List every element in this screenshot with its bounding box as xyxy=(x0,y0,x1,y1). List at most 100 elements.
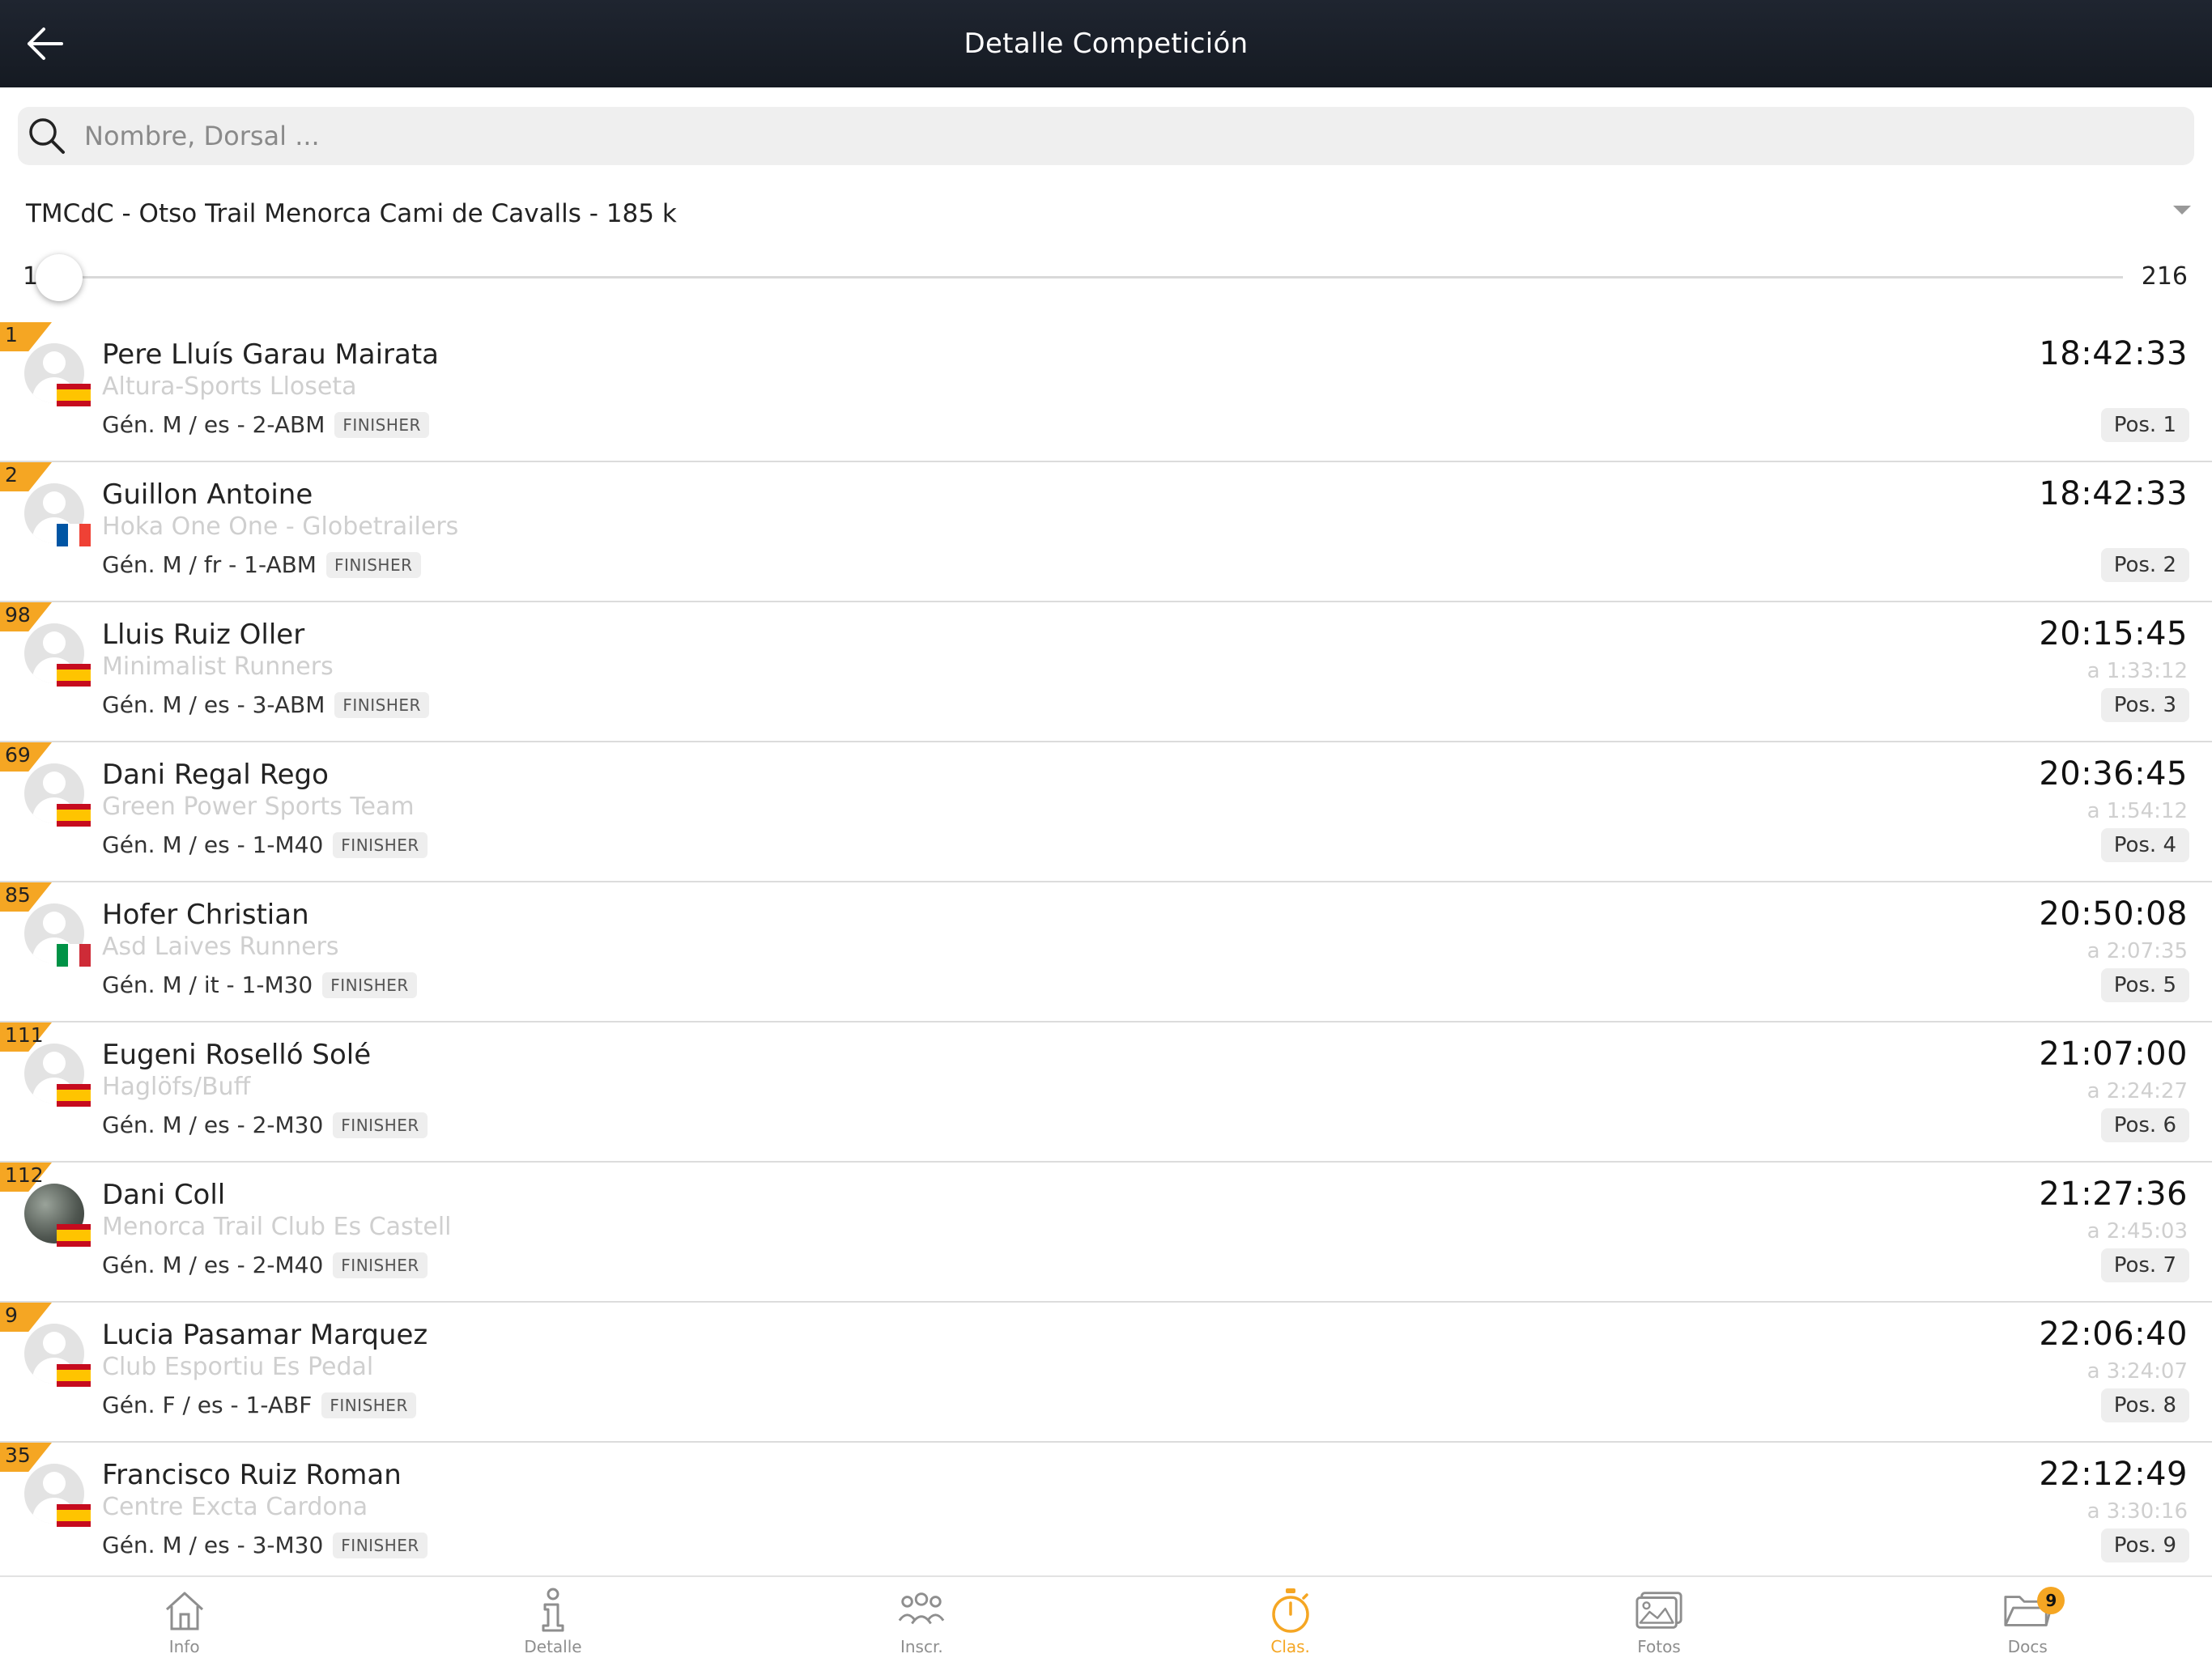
finish-time: 22:06:40 xyxy=(2039,1316,2188,1353)
status-badge: FINISHER xyxy=(334,691,429,718)
result-row[interactable]: 98 Lluis Ruiz Oller Minimalist Runners G… xyxy=(0,602,2212,742)
finish-time: 20:15:45 xyxy=(2039,615,2188,653)
result-row[interactable]: 111 Eugeni Roselló Solé Haglöfs/Buff Gén… xyxy=(0,1022,2212,1163)
position-badge: Pos. 5 xyxy=(2100,968,2189,1002)
position-badge: Pos. 8 xyxy=(2100,1388,2189,1422)
flag-icon xyxy=(57,524,91,546)
status-badge: FINISHER xyxy=(333,1112,428,1138)
result-row[interactable]: 35 Francisco Ruiz Roman Centre Excta Car… xyxy=(0,1443,2212,1583)
runner-club: Altura-Sports Lloseta xyxy=(102,372,357,401)
flag-icon xyxy=(57,944,91,967)
time-gap: a 3:24:07 xyxy=(2087,1359,2188,1384)
time-gap: a 2:07:35 xyxy=(2087,939,2188,963)
runner-name: Lluis Ruiz Oller xyxy=(102,619,305,651)
finish-time: 21:07:00 xyxy=(2039,1035,2188,1073)
bib-number: 98 xyxy=(5,603,31,627)
time-gap: a 3:30:16 xyxy=(2087,1499,2188,1524)
tab-label: Fotos xyxy=(1637,1637,1681,1656)
runner-category: Gén. M / es - 2-M40 xyxy=(102,1252,324,1278)
runner-name: Francisco Ruiz Roman xyxy=(102,1459,402,1491)
runner-category: Gén. M / es - 1-M40 xyxy=(102,831,324,858)
time-gap: a 2:45:03 xyxy=(2087,1219,2188,1244)
tab-docs[interactable]: Docs 9 xyxy=(1844,1577,2212,1658)
home-icon xyxy=(160,1587,210,1634)
people-icon xyxy=(896,1587,946,1634)
range-knob[interactable] xyxy=(36,254,83,301)
runner-category: Gén. F / es - 1-ABF xyxy=(102,1392,313,1418)
runner-category: Gén. M / es - 2-ABM xyxy=(102,411,325,438)
result-row[interactable]: 112 Dani Coll Menorca Trail Club Es Cast… xyxy=(0,1163,2212,1303)
runner-club: Asd Laives Runners xyxy=(102,933,339,961)
runner-info: Gén. M / es - 2-ABM FINISHER xyxy=(102,411,429,438)
result-row[interactable]: 9 Lucia Pasamar Marquez Club Esportiu Es… xyxy=(0,1303,2212,1443)
runner-name: Pere Lluís Garau Mairata xyxy=(102,338,440,371)
status-badge: FINISHER xyxy=(325,551,421,578)
search-bar[interactable] xyxy=(18,107,2194,165)
finish-time: 22:12:49 xyxy=(2039,1456,2188,1493)
runner-info: Gén. M / es - 1-M40 FINISHER xyxy=(102,831,428,858)
position-range-slider[interactable]: 1 216 xyxy=(0,248,2212,306)
status-badge: FINISHER xyxy=(322,971,417,998)
search-icon xyxy=(29,118,65,154)
runner-info: Gén. M / es - 2-M40 FINISHER xyxy=(102,1252,428,1278)
notification-badge: 9 xyxy=(2037,1587,2065,1614)
position-badge: Pos. 4 xyxy=(2100,828,2189,862)
range-max-label: 216 xyxy=(2141,262,2188,291)
finish-time: 18:42:33 xyxy=(2039,335,2188,372)
flag-icon xyxy=(57,1504,91,1527)
runner-club: Menorca Trail Club Es Castell xyxy=(102,1213,452,1241)
tab-label: Detalle xyxy=(524,1637,582,1656)
info-icon xyxy=(528,1587,578,1634)
range-track[interactable] xyxy=(58,276,2123,278)
status-badge: FINISHER xyxy=(333,831,428,858)
result-row[interactable]: 69 Dani Regal Rego Green Power Sports Te… xyxy=(0,742,2212,882)
top-bar: Detalle Competición xyxy=(0,0,2212,87)
tab-fotos[interactable]: Fotos xyxy=(1474,1577,1843,1658)
tab-inscr[interactable]: Inscr. xyxy=(738,1577,1106,1658)
bib-number: 1 xyxy=(5,323,18,346)
tab-label: Clas. xyxy=(1270,1637,1310,1656)
bib-number: 112 xyxy=(5,1163,44,1187)
runner-club: Hoka One One - Globetrailers xyxy=(102,512,459,541)
result-row[interactable]: 85 Hofer Christian Asd Laives Runners Gé… xyxy=(0,882,2212,1022)
runner-club: Centre Excta Cardona xyxy=(102,1493,368,1521)
runner-info: Gén. M / es - 3-ABM FINISHER xyxy=(102,691,429,718)
runner-club: Green Power Sports Team xyxy=(102,793,415,821)
runner-category: Gén. M / fr - 1-ABM xyxy=(102,551,317,578)
search-input[interactable] xyxy=(84,107,2157,165)
runner-club: Club Esportiu Es Pedal xyxy=(102,1353,374,1381)
tab-info[interactable]: Info xyxy=(0,1577,368,1658)
runner-club: Minimalist Runners xyxy=(102,653,334,681)
competition-select[interactable]: TMCdC - Otso Trail Menorca Cami de Caval… xyxy=(0,188,2212,241)
chevron-down-icon xyxy=(2173,206,2191,215)
status-badge: FINISHER xyxy=(321,1392,416,1418)
time-gap: a 1:33:12 xyxy=(2087,659,2188,683)
result-row[interactable]: 1 Pere Lluís Garau Mairata Altura-Sports… xyxy=(0,322,2212,462)
flag-icon xyxy=(57,804,91,827)
finish-time: 20:50:08 xyxy=(2039,895,2188,933)
runner-info: Gén. M / es - 2-M30 FINISHER xyxy=(102,1112,428,1138)
finish-time: 21:27:36 xyxy=(2039,1175,2188,1213)
status-badge: FINISHER xyxy=(333,1532,428,1558)
position-badge: Pos. 2 xyxy=(2100,548,2189,582)
runner-category: Gén. M / es - 3-M30 xyxy=(102,1532,324,1558)
finish-time: 20:36:45 xyxy=(2039,755,2188,793)
flag-icon xyxy=(57,1364,91,1387)
position-badge: Pos. 1 xyxy=(2100,408,2189,442)
result-row[interactable]: 2 Guillon Antoine Hoka One One - Globetr… xyxy=(0,462,2212,602)
runner-name: Dani Coll xyxy=(102,1179,226,1211)
runner-name: Hofer Christian xyxy=(102,899,309,931)
tab-detalle[interactable]: Detalle xyxy=(368,1577,737,1658)
tab-clas[interactable]: Clas. xyxy=(1106,1577,1474,1658)
runner-info: Gén. F / es - 1-ABF FINISHER xyxy=(102,1392,416,1418)
position-badge: Pos. 3 xyxy=(2100,688,2189,722)
position-badge: Pos. 7 xyxy=(2100,1248,2189,1282)
status-badge: FINISHER xyxy=(333,1252,428,1278)
runner-category: Gén. M / es - 3-ABM xyxy=(102,691,325,718)
runner-club: Haglöfs/Buff xyxy=(102,1073,251,1101)
competition-select-value: TMCdC - Otso Trail Menorca Cami de Caval… xyxy=(26,199,677,228)
position-badge: Pos. 9 xyxy=(2100,1528,2189,1562)
results-list: 1 Pere Lluís Garau Mairata Altura-Sports… xyxy=(0,322,2212,1583)
runner-name: Guillon Antoine xyxy=(102,478,313,511)
bib-number: 2 xyxy=(5,463,18,487)
